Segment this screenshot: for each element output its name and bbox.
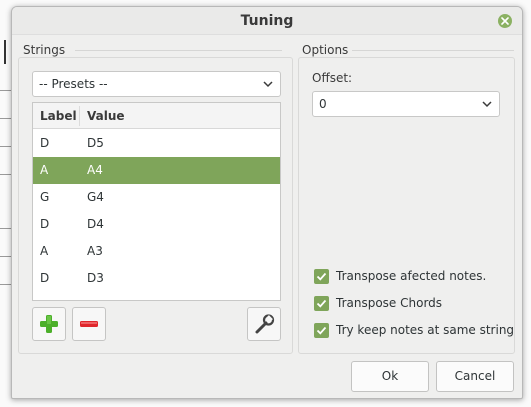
table-row[interactable]: A A4 xyxy=(33,157,280,184)
ok-button[interactable]: Ok xyxy=(351,361,429,392)
cell-value: A3 xyxy=(87,244,103,258)
table-row[interactable]: D D5 xyxy=(33,130,280,157)
checkmark-icon xyxy=(316,272,327,281)
cell-label: D xyxy=(40,217,50,231)
chevron-down-icon xyxy=(263,81,273,88)
column-header-value[interactable]: Value xyxy=(87,109,125,123)
table-row[interactable]: D D3 xyxy=(33,265,280,292)
strings-table[interactable]: Label Value D D5 A A4 G G4 D D4 A A3 D D3 xyxy=(32,102,281,301)
cell-label: A xyxy=(40,163,49,177)
column-header-label[interactable]: Label xyxy=(40,109,77,123)
strings-group-title: Strings xyxy=(23,43,66,57)
table-header: Label Value xyxy=(33,103,280,129)
checkbox-box[interactable] xyxy=(314,323,329,338)
close-button[interactable] xyxy=(498,14,512,28)
dialog-titlebar[interactable]: Tuning xyxy=(12,7,522,35)
cell-label: A xyxy=(40,244,49,258)
table-row[interactable]: G G4 xyxy=(33,184,280,211)
score-barline xyxy=(4,40,6,64)
cell-value: D3 xyxy=(87,271,104,285)
close-icon xyxy=(501,17,509,25)
group-divider xyxy=(75,50,282,51)
offset-value: 0 xyxy=(319,97,327,111)
edit-string-button[interactable] xyxy=(247,307,281,341)
remove-string-button[interactable] xyxy=(72,307,106,341)
checkbox-label: Transpose Chords xyxy=(336,296,443,310)
cell-value: D5 xyxy=(87,136,104,150)
minus-icon xyxy=(80,321,98,327)
presets-value: -- Presets -- xyxy=(39,77,108,91)
cell-value: D4 xyxy=(87,217,104,231)
cell-label: D xyxy=(40,136,50,150)
wrench-icon xyxy=(255,314,275,334)
options-group-title: Options xyxy=(302,43,349,57)
cell-label: G xyxy=(40,190,50,204)
cell-value: G4 xyxy=(87,190,104,204)
table-row[interactable]: D D4 xyxy=(33,211,280,238)
column-separator xyxy=(79,106,80,126)
offset-dropdown[interactable]: 0 xyxy=(312,91,500,117)
tuning-dialog: Tuning Strings -- Presets -- Label Value… xyxy=(11,6,523,399)
cell-label: D xyxy=(40,271,50,285)
checkbox-label: Transpose afected notes. xyxy=(336,269,487,283)
plus-icon xyxy=(40,315,58,333)
checkmark-icon xyxy=(316,299,327,308)
checkbox-label: Try keep notes at same string xyxy=(336,323,515,337)
group-divider xyxy=(352,50,514,51)
checkmark-icon xyxy=(316,326,327,335)
cell-value: A4 xyxy=(87,163,103,177)
dialog-title: Tuning xyxy=(240,13,294,29)
presets-dropdown[interactable]: -- Presets -- xyxy=(32,71,281,97)
checkbox-box[interactable] xyxy=(314,296,329,311)
cancel-button[interactable]: Cancel xyxy=(436,361,514,392)
add-string-button[interactable] xyxy=(32,307,66,341)
offset-label: Offset: xyxy=(312,71,353,85)
table-row[interactable]: A A3 xyxy=(33,238,280,265)
checkbox-box[interactable] xyxy=(314,269,329,284)
chevron-down-icon xyxy=(482,101,492,108)
